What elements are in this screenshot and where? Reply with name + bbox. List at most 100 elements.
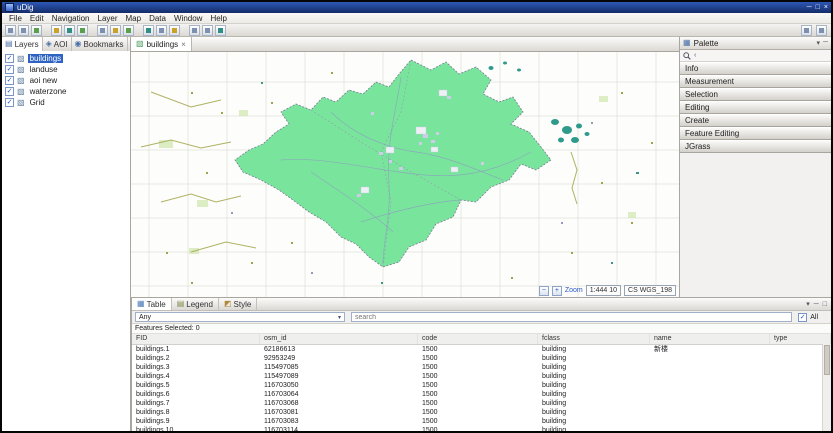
menu-item[interactable]: Layer xyxy=(94,14,122,23)
cell-fid: buildings.1 xyxy=(136,346,170,353)
menu-item[interactable]: Help xyxy=(206,14,230,23)
collapse-left-icon[interactable]: ‹ xyxy=(694,52,696,59)
layer-visibility-checkbox[interactable]: ✓ xyxy=(5,87,14,96)
palette-icon: ▦ xyxy=(683,38,691,47)
print-icon[interactable] xyxy=(31,24,42,36)
save-icon[interactable] xyxy=(18,24,29,36)
layer-visibility-checkbox[interactable]: ✓ xyxy=(5,98,14,107)
table-row[interactable]: buildings.9 116703083 1500 building xyxy=(132,417,831,426)
pan-icon[interactable] xyxy=(169,24,180,36)
palette-section[interactable]: Feature Editing xyxy=(680,127,831,140)
palette-section[interactable]: Selection xyxy=(680,88,831,101)
layer-visibility-checkbox[interactable]: ✓ xyxy=(5,76,14,85)
table-row[interactable]: buildings.4 115497089 1500 building xyxy=(132,372,831,381)
editor-tab-buildings[interactable]: ▧ buildings × xyxy=(131,37,192,51)
layer-visibility-checkbox[interactable]: ✓ xyxy=(5,54,14,63)
aoi-icon: ◈ xyxy=(45,39,52,48)
menu-item[interactable]: Data xyxy=(145,14,170,23)
panel-minimize-icon[interactable]: ─ xyxy=(814,301,819,308)
panel-maximize-icon[interactable]: □ xyxy=(823,301,827,308)
table-row[interactable]: buildings.10 116703114 1500 building xyxy=(132,426,831,431)
menu-item[interactable]: Edit xyxy=(26,14,48,23)
table-row[interactable]: buildings.8 116703081 1500 building xyxy=(132,408,831,417)
palette-section[interactable]: JGrass xyxy=(680,140,831,153)
crs-value[interactable]: CS WGS_198 xyxy=(624,285,676,296)
column-header[interactable]: fclass xyxy=(538,334,650,344)
layer-visibility-checkbox[interactable]: ✓ xyxy=(5,65,14,74)
layers-panel: ▤ Layers ◈ AOI ◉ Bookmarks ✓ ▧ buildings… xyxy=(2,37,131,431)
redo-icon[interactable] xyxy=(64,24,75,36)
info-icon[interactable] xyxy=(202,24,213,36)
perspective-icon[interactable] xyxy=(801,24,812,36)
palette-minimize-icon[interactable]: ─ xyxy=(823,39,828,47)
layers-icon: ▤ xyxy=(5,39,13,48)
column-header[interactable]: FID xyxy=(132,334,260,344)
column-header[interactable]: type xyxy=(770,334,831,344)
menu-item[interactable]: Navigation xyxy=(48,14,94,23)
tab-layers[interactable]: ▤ Layers xyxy=(2,37,43,51)
table-row[interactable]: buildings.7 116703068 1500 building xyxy=(132,399,831,408)
palette-section[interactable]: Info xyxy=(680,62,831,75)
layer-item[interactable]: ✓ ▧ waterzone xyxy=(2,86,130,97)
table-row[interactable]: buildings.3 115497085 1500 building xyxy=(132,363,831,372)
table-scrollbar[interactable] xyxy=(822,344,831,431)
table-row[interactable]: buildings.1 62186613 1500 building 新楼 xyxy=(132,345,831,354)
layer-item[interactable]: ✓ ▧ Grid xyxy=(2,97,130,108)
zoom-out-icon[interactable]: − xyxy=(538,285,549,296)
new-icon[interactable] xyxy=(5,24,16,36)
zoom-in-icon[interactable] xyxy=(123,24,134,36)
palette-search-row[interactable]: ‹ xyxy=(680,50,831,62)
menu-item[interactable]: Map xyxy=(122,14,146,23)
tab-style[interactable]: ◩ Style xyxy=(219,298,258,310)
palette-section[interactable]: Create xyxy=(680,114,831,127)
column-header[interactable]: code xyxy=(418,334,538,344)
select-icon[interactable] xyxy=(189,24,200,36)
menu-item[interactable]: Window xyxy=(170,14,206,23)
search-input[interactable] xyxy=(351,312,793,322)
column-header[interactable]: osm_id xyxy=(260,334,418,344)
delete-icon[interactable] xyxy=(110,24,121,36)
layer-item[interactable]: ✓ ▧ buildings xyxy=(2,53,130,64)
zoom-in-icon[interactable]: + xyxy=(551,285,562,296)
maximize-icon[interactable]: □ xyxy=(816,3,820,12)
palette-section-label: Measurement xyxy=(685,77,734,86)
cell-osm-id: 92953249 xyxy=(264,355,296,362)
table-panel-tabs: ▦ Table ▤ Legend ◩ Style ▾ ─ □ xyxy=(132,298,831,311)
palette-section[interactable]: Measurement xyxy=(680,75,831,88)
layer-item[interactable]: ✓ ▧ landuse xyxy=(2,64,130,75)
palette-menu-icon[interactable]: ▾ xyxy=(817,39,821,47)
palette-section[interactable]: Editing xyxy=(680,101,831,114)
zoom-label[interactable]: Zoom xyxy=(565,287,583,294)
measure-icon[interactable] xyxy=(215,24,226,36)
cell-fclass: building xyxy=(542,418,567,425)
layer-item[interactable]: ✓ ▧ aoi new xyxy=(2,75,130,86)
minimize-icon[interactable]: ─ xyxy=(807,3,812,12)
cell-name: 新楼 xyxy=(654,346,668,353)
copy-icon[interactable] xyxy=(77,24,88,36)
tab-aoi[interactable]: ◈ AOI xyxy=(43,37,72,51)
map-canvas[interactable]: − + Zoom 1:444 10 CS WGS_198 xyxy=(131,52,679,298)
table-row[interactable]: buildings.2 92953249 1500 building xyxy=(132,354,831,363)
all-checkbox[interactable]: ✓ xyxy=(798,312,808,322)
menu-item[interactable]: File xyxy=(5,14,26,23)
bookmarks-icon: ◉ xyxy=(74,39,82,48)
close-icon[interactable]: × xyxy=(824,3,828,12)
table-row[interactable]: buildings.6 116703064 1500 building xyxy=(132,390,831,399)
undo-icon[interactable] xyxy=(51,24,62,36)
zoom-extent-icon[interactable] xyxy=(156,24,167,36)
zoom-out-icon[interactable] xyxy=(143,24,154,36)
help-icon[interactable] xyxy=(816,24,827,36)
table-row[interactable]: buildings.5 116703050 1500 building xyxy=(132,381,831,390)
tab-table[interactable]: ▦ Table xyxy=(132,298,172,310)
scale-value[interactable]: 1:444 10 xyxy=(585,285,622,296)
paste-icon[interactable] xyxy=(97,24,108,36)
cell-name xyxy=(650,408,770,417)
cell-fid: buildings.7 xyxy=(136,400,170,407)
column-header[interactable]: name xyxy=(650,334,770,344)
cell-name xyxy=(650,354,770,363)
attribute-filter-dropdown[interactable]: Any ▾ xyxy=(135,312,345,322)
tab-legend[interactable]: ▤ Legend xyxy=(172,298,219,310)
view-menu-icon[interactable]: ▾ xyxy=(806,300,810,308)
tab-bookmarks[interactable]: ◉ Bookmarks xyxy=(72,37,128,51)
editor-tab-close-icon[interactable]: × xyxy=(181,40,186,49)
